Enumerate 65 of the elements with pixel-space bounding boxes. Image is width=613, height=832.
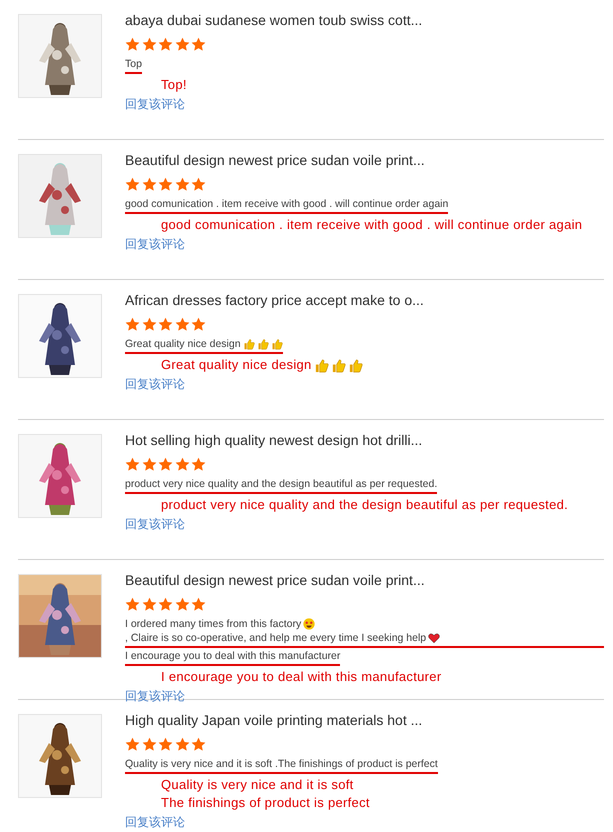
- star-icon: [158, 457, 173, 472]
- star-icon: [191, 737, 206, 752]
- thumbs-up-icon: [242, 338, 255, 350]
- star-icon: [158, 37, 173, 52]
- review-text: good comunication . item receive with good . will continue order again: [125, 198, 448, 210]
- product-title-link[interactable]: abaya dubai sudanese women toub swiss cott...: [125, 12, 604, 29]
- annotation-text: I encourage you to deal with this manufacturer: [161, 668, 442, 686]
- review-text: I ordered many times from this factory: [125, 618, 302, 630]
- star-icon: [142, 177, 156, 192]
- review-text: , Claire is so co-operative, and help me every time I seeking help: [125, 632, 426, 644]
- star-icon: [158, 317, 173, 332]
- heart-icon: [428, 632, 440, 644]
- product-title-link[interactable]: Beautiful design newest price sudan voile print...: [125, 152, 604, 169]
- star-icon: [191, 457, 206, 472]
- star-icon: [174, 737, 190, 752]
- thumbs-up-icon: [314, 358, 329, 372]
- thumbs-up-icon: [256, 338, 269, 350]
- star-icon: [191, 597, 206, 612]
- annotation-text: Top!: [161, 76, 187, 94]
- star-icon: [142, 317, 156, 332]
- product-title-link[interactable]: African dresses factory price accept make to o...: [125, 292, 604, 309]
- star-icon: [142, 597, 156, 612]
- star-icon: [125, 37, 140, 52]
- reply-link[interactable]: 回复该评论: [125, 516, 604, 533]
- reply-link[interactable]: 回复该评论: [125, 688, 604, 705]
- reply-link[interactable]: 回复该评论: [125, 814, 604, 831]
- reply-link[interactable]: 回复该评论: [125, 376, 604, 393]
- reply-link[interactable]: 回复该评论: [125, 96, 604, 113]
- product-title-link[interactable]: High quality Japan voile printing materials hot ...: [125, 712, 604, 729]
- star-icon: [125, 317, 140, 332]
- star-icon: [158, 177, 173, 192]
- thumbs-up-icon: [270, 338, 283, 350]
- review-text: product very nice quality and the design beautiful as per requested.: [125, 478, 438, 490]
- star-icon: [174, 457, 190, 472]
- star-icon: [174, 317, 190, 332]
- review-text: I encourage you to deal with this manufacturer: [125, 650, 340, 662]
- product-title-link[interactable]: Beautiful design newest price sudan voile print...: [125, 572, 604, 589]
- star-icon: [174, 597, 190, 612]
- product-title-link[interactable]: Hot selling high quality newest design hot drilli...: [125, 432, 604, 449]
- review-text: Great quality nice design: [125, 338, 241, 350]
- star-icon: [191, 177, 206, 192]
- star-eyes-face-icon: [303, 618, 316, 630]
- annotation-text: Quality is very nice and it is soft: [161, 776, 354, 794]
- annotation-text: product very nice quality and the design beautiful as per requested.: [161, 496, 568, 514]
- reply-link[interactable]: 回复该评论: [125, 236, 604, 253]
- star-icon: [158, 737, 173, 752]
- star-icon: [142, 37, 156, 52]
- star-icon: [125, 597, 140, 612]
- annotation-text: Great quality nice design: [161, 356, 312, 374]
- annotation-text: good comunication . item receive with good . will continue order again: [161, 216, 582, 234]
- thumbs-up-icon: [348, 358, 363, 372]
- star-icon: [125, 177, 140, 192]
- star-icon: [191, 317, 206, 332]
- star-icon: [174, 37, 190, 52]
- review-text: Top: [125, 58, 142, 70]
- star-icon: [158, 597, 173, 612]
- star-icon: [142, 457, 156, 472]
- annotation-text: The finishings of product is perfect: [161, 794, 370, 812]
- thumbs-up-icon: [330, 358, 346, 372]
- star-icon: [191, 37, 206, 52]
- star-icon: [125, 457, 140, 472]
- star-icon: [142, 737, 156, 752]
- star-icon: [125, 737, 140, 752]
- star-icon: [174, 177, 190, 192]
- review-text: Quality is very nice and it is soft .The finishings of product is perfect: [125, 758, 438, 770]
